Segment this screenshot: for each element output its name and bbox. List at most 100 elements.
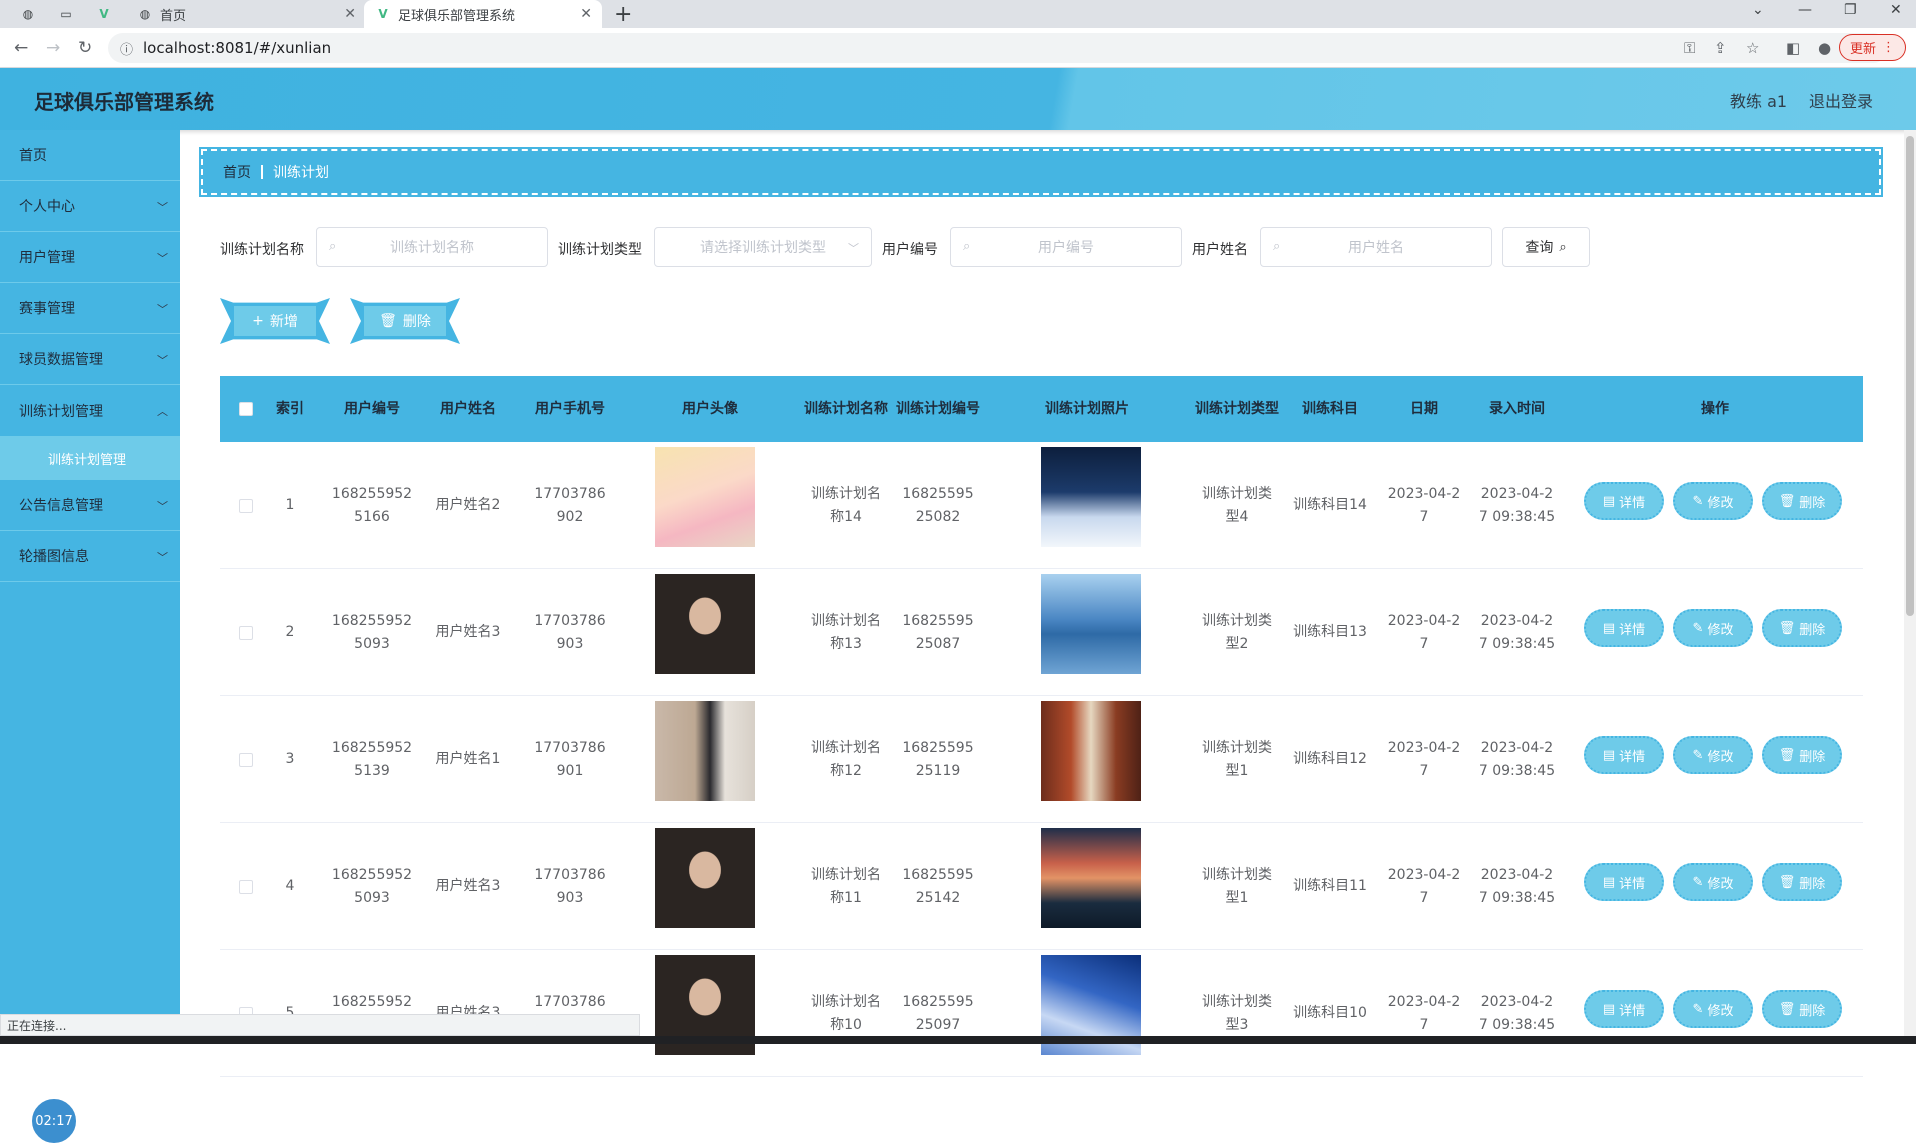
back-icon[interactable]: ← (14, 38, 28, 58)
star-icon[interactable]: ☆ (1746, 39, 1759, 57)
window-close-icon[interactable]: ✕ (1890, 2, 1902, 18)
query-label: 查询 (1525, 240, 1554, 256)
cell-phone: 17703786903 (534, 866, 606, 906)
chevron-down-icon: ﹀ (157, 303, 168, 316)
sidebar-item-personal[interactable]: 个人中心 ﹀ (0, 181, 180, 232)
cell-phone: 17703786 901 (534, 739, 606, 779)
detail-label: 详情 (1619, 622, 1646, 638)
sidebar-item-users[interactable]: 用户管理 ﹀ (0, 232, 180, 283)
detail-button[interactable]: ▤ 详情 (1584, 482, 1664, 520)
plan-type-select[interactable]: 请选择训练计划类型 ﹀ (654, 227, 872, 267)
table-body: 1 168255952 5166 用户姓名2 17703786 902 训练计划名 称14 16… (220, 442, 1863, 1077)
delete-label: 删除 (402, 314, 431, 330)
cell-entry-time: 2023-04-2 7 09:38:45 (1478, 866, 1556, 906)
tab-label: 首页 (160, 8, 187, 24)
avatar-image (655, 828, 755, 928)
cell-date: 2023-04-2 7 (1387, 485, 1461, 525)
logout-link[interactable]: 退出登录 (1809, 88, 1873, 112)
row-checkbox[interactable] (239, 626, 253, 640)
cell-subject: 训练科目10 (1293, 1005, 1367, 1021)
sidebar-item-carousel[interactable]: 轮播图信息 ﹀ (0, 531, 180, 582)
sidebar-item-matches[interactable]: 赛事管理 ﹀ (0, 283, 180, 334)
pinned-tab-2[interactable]: ▭ (52, 0, 80, 28)
row-checkbox[interactable] (239, 499, 253, 513)
new-tab-icon[interactable]: + (614, 2, 632, 27)
detail-button[interactable]: ▤ 详情 (1584, 863, 1664, 901)
detail-label: 详情 (1619, 876, 1646, 892)
edit-button[interactable]: ✎ 修改 (1673, 863, 1753, 901)
pinned-tab-1[interactable]: ◍ (14, 0, 42, 28)
sidebar-item-player-data[interactable]: 球员数据管理 ﹀ (0, 334, 180, 385)
cell-index: 3 (285, 751, 295, 767)
page-scrollbar[interactable] (1904, 130, 1916, 1036)
url-field[interactable]: ⓘ localhost:8081/#/xunlian (108, 33, 1888, 63)
detail-button[interactable]: ▤ 详情 (1584, 990, 1664, 1028)
delete-button[interactable]: 🗑 删除 (1762, 482, 1842, 520)
cell-plan-type: 训练计划类 型4 (1202, 485, 1272, 525)
th-plan-no: 训练计划编号 (896, 401, 980, 417)
share-icon[interactable]: ⇪ (1714, 39, 1727, 57)
sidebar-item-home[interactable]: 首页 (0, 130, 180, 181)
profile-icon[interactable]: ● (1818, 39, 1831, 57)
clock-widget: 02:17 (29, 1096, 79, 1146)
cell-plan-no: 16825595 25097 (902, 993, 974, 1033)
table-row: 2 168255952 5093 用户姓名3 17703786 903 训练计划名 称13 16… (220, 569, 1863, 696)
sidebar-item-notices[interactable]: 公告信息管理 ﹀ (0, 480, 180, 531)
delete-button[interactable]: 🗑 删除 (1762, 609, 1842, 647)
sidebar-subitem-training-manage[interactable]: 训练计划管理 (0, 436, 180, 480)
pinned-tab-3[interactable]: V (90, 0, 118, 28)
sidebar: 首页 个人中心 ﹀ 用户管理 ﹀ 赛事管理 ﹀ 球员数据管理 ﹀ 训练计划管理 ︿ 训练计… (0, 130, 180, 1146)
sidebar-item-training[interactable]: 训练计划管理 ︿ (0, 385, 180, 436)
reload-icon[interactable]: ↻ (78, 38, 92, 58)
close-icon[interactable]: ✕ (580, 6, 592, 22)
key-icon[interactable]: ⚿ (1684, 39, 1695, 57)
edit-button[interactable]: ✎ 修改 (1673, 482, 1753, 520)
cell-date: 2023-04-2 7 (1387, 739, 1461, 779)
document-icon: ▤ (1602, 1001, 1616, 1017)
plan-type-label: 训练计划类型 (558, 242, 642, 258)
table-row: 1 168255952 5166 用户姓名2 17703786 902 训练计划名 称14 16… (220, 442, 1863, 569)
app-title: 足球俱乐部管理系统 (34, 90, 214, 114)
delete-label: 删除 (1799, 622, 1826, 638)
sidepanel-icon[interactable]: ◧ (1786, 39, 1800, 57)
browser-tab-active[interactable]: V 足球俱乐部管理系统 ✕ (364, 0, 602, 28)
scrollbar-thumb[interactable] (1906, 136, 1914, 616)
user-no-label: 用户编号 (882, 242, 938, 258)
user-no-input[interactable]: ⌕ 用户编号 (950, 227, 1182, 267)
browser-tab-home[interactable]: ◍ 首页 ✕ (126, 0, 366, 28)
cell-user-no: 1682559525093 (331, 612, 413, 652)
plan-name-input[interactable]: ⌕ 训练计划名称 (316, 227, 548, 267)
row-checkbox[interactable] (239, 753, 253, 767)
row-checkbox[interactable] (239, 880, 253, 894)
delete-button[interactable]: 🗑 删除 (1762, 736, 1842, 774)
cell-index: 1 (285, 497, 295, 513)
batch-delete-button[interactable]: 🗑 删除 (350, 298, 460, 344)
user-name-input[interactable]: ⌕ 用户姓名 (1260, 227, 1492, 267)
detail-button[interactable]: ▤ 详情 (1584, 609, 1664, 647)
tab-search-icon[interactable]: ⌄ (1752, 2, 1764, 18)
add-button[interactable]: + 新增 (220, 298, 330, 344)
delete-button[interactable]: 🗑 删除 (1762, 990, 1842, 1028)
edit-button[interactable]: ✎ 修改 (1673, 736, 1753, 774)
cell-plan-type: 训练计划类 型1 (1202, 866, 1272, 906)
edit-label: 修改 (1707, 622, 1734, 638)
user-name-label: 用户姓名 (1192, 242, 1248, 258)
select-all-checkbox[interactable] (239, 402, 253, 416)
minimize-icon[interactable]: — (1798, 2, 1812, 18)
browser-tab-bar: ◍ ▭ V ◍ 首页 ✕ V 足球俱乐部管理系统 ✕ + ⌄ — ❐ ✕ (0, 0, 1916, 28)
close-icon[interactable]: ✕ (344, 6, 356, 22)
delete-label: 删除 (1799, 1003, 1826, 1019)
trash-icon: 🗑 (1778, 1001, 1796, 1017)
query-button[interactable]: 查询 ⌕ (1502, 227, 1590, 267)
edit-button[interactable]: ✎ 修改 (1673, 990, 1753, 1028)
edit-button[interactable]: ✎ 修改 (1673, 609, 1753, 647)
restore-icon[interactable]: ❐ (1844, 2, 1857, 18)
forward-icon[interactable]: → (46, 38, 60, 58)
pencil-icon: ✎ (1692, 1001, 1704, 1017)
chevron-down-icon: ﹀ (157, 252, 168, 265)
update-button[interactable]: 更新 ⋮ (1838, 34, 1906, 61)
delete-button[interactable]: 🗑 删除 (1762, 863, 1842, 901)
breadcrumb-home[interactable]: 首页 (223, 162, 251, 182)
sidebar-item-label: 训练计划管理 (19, 403, 103, 420)
detail-button[interactable]: ▤ 详情 (1584, 736, 1664, 774)
